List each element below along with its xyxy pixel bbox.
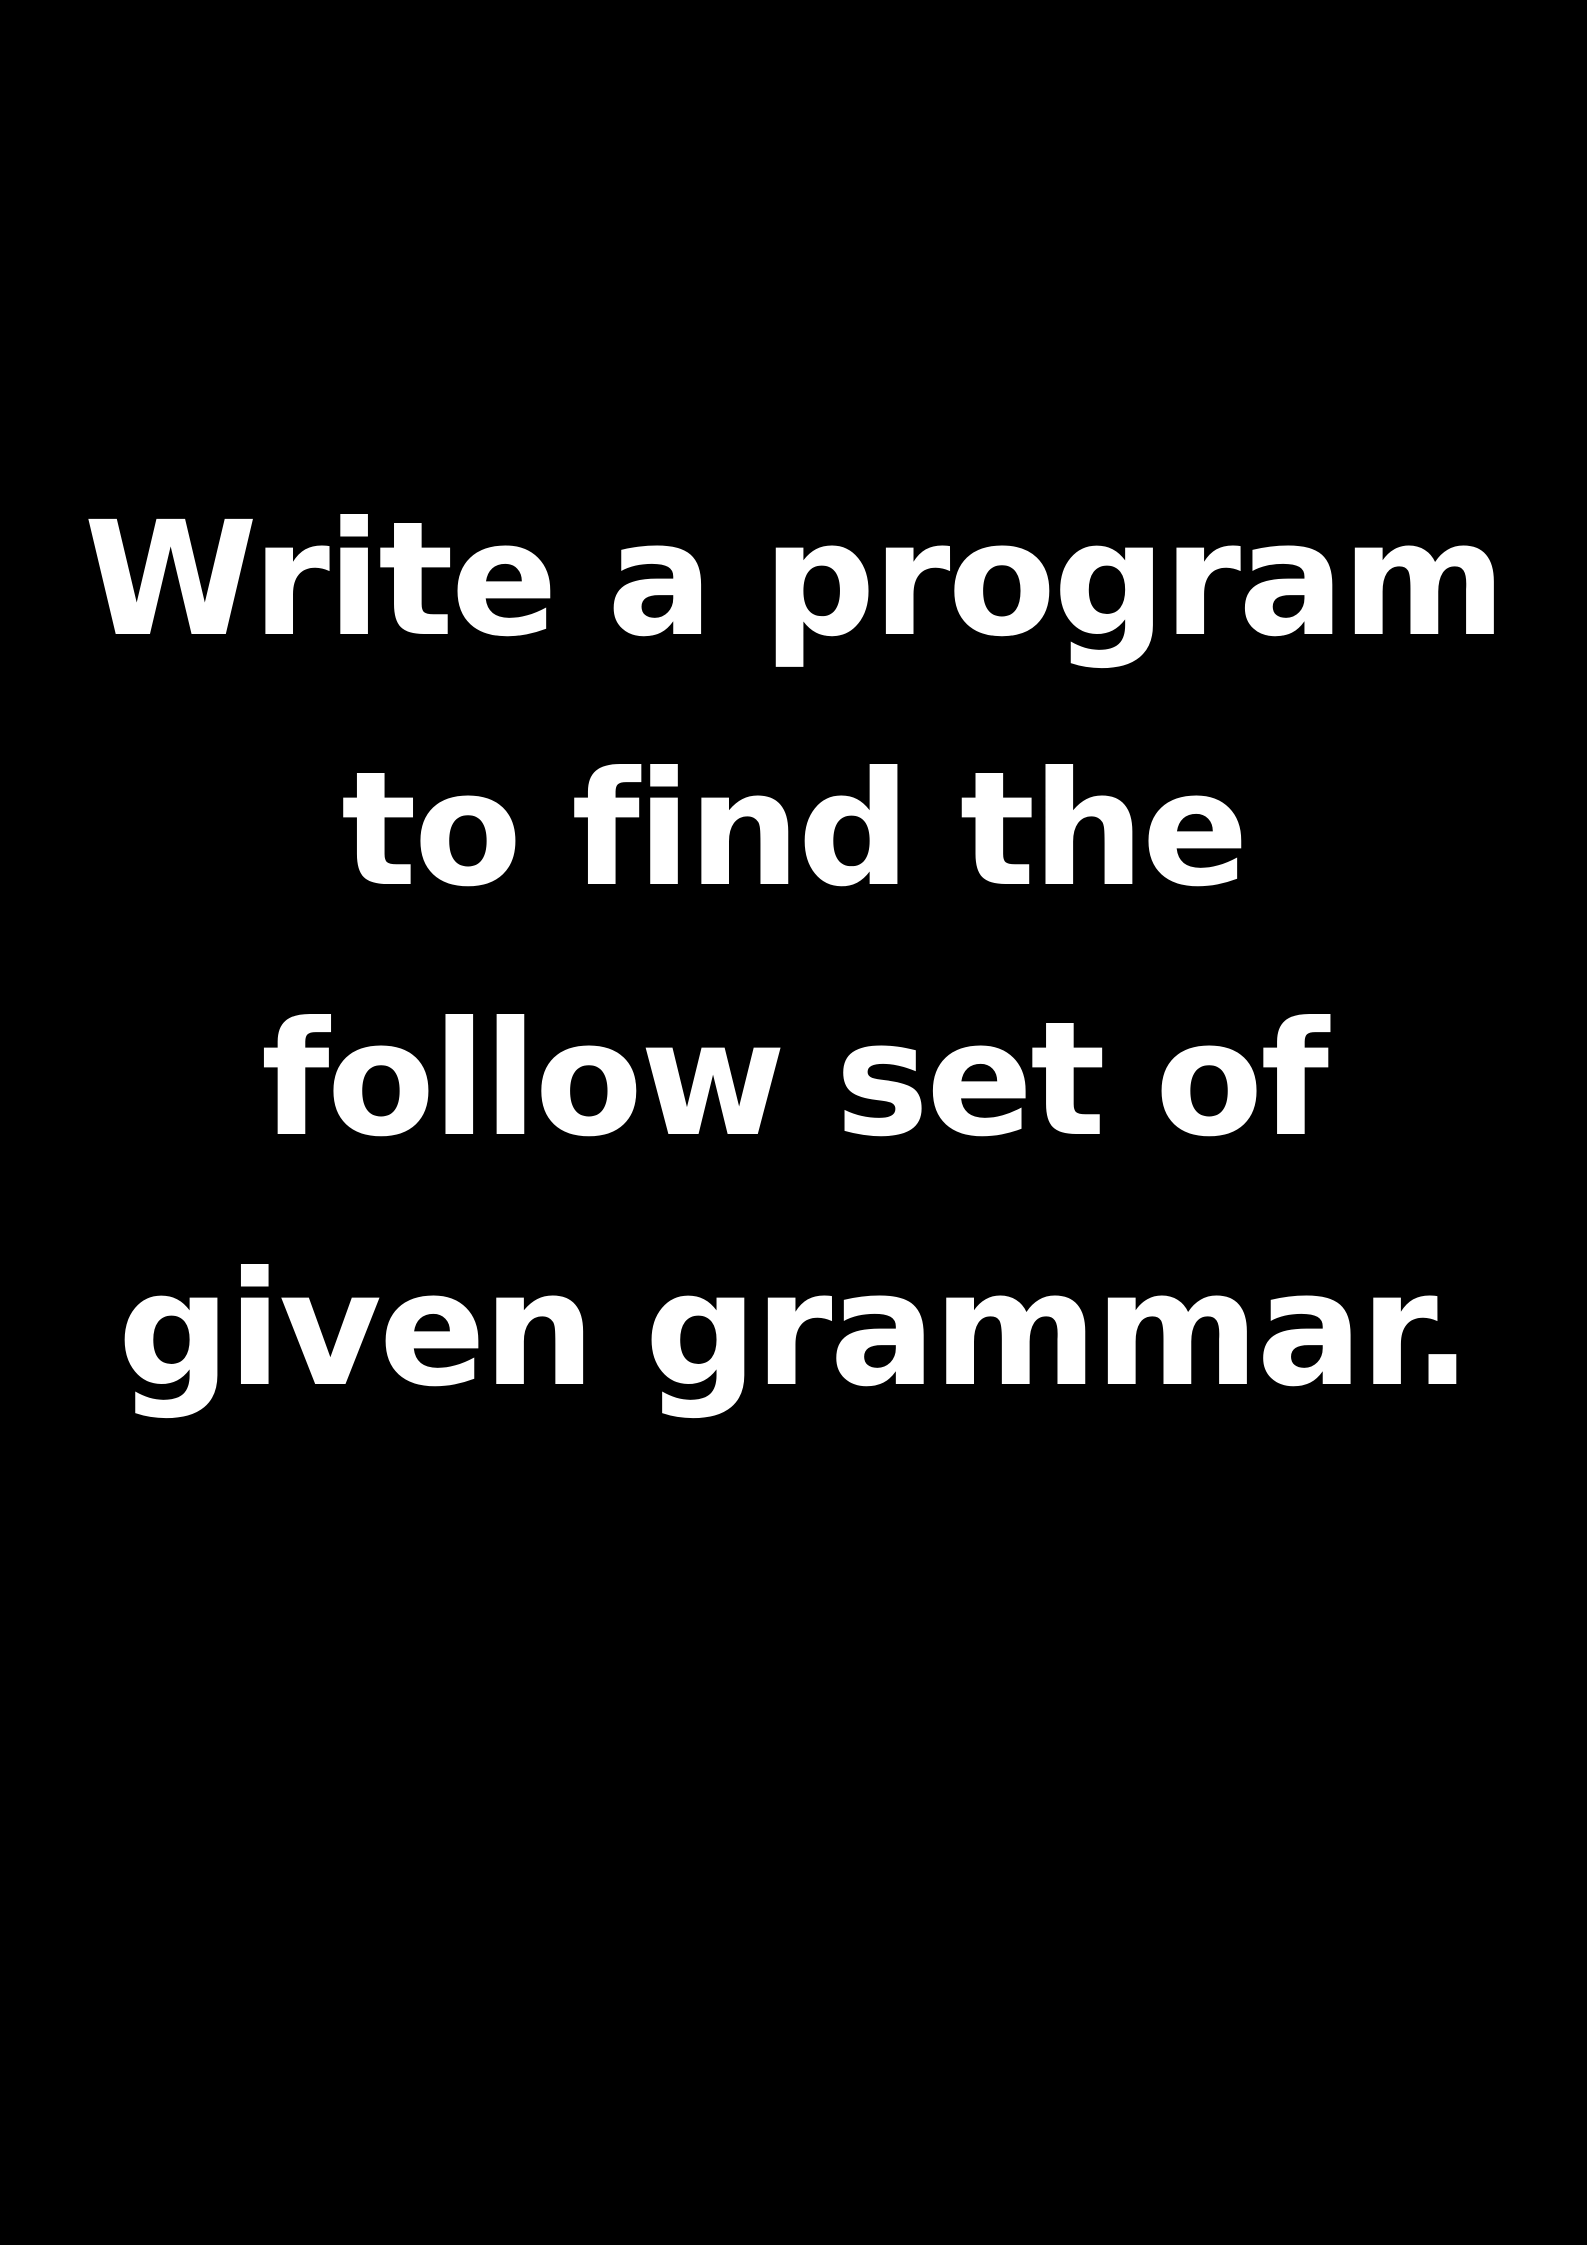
headline-line-2: to find the xyxy=(341,738,1249,922)
headline-line-4: given grammar. xyxy=(117,1238,1473,1422)
poster-headline: Write a program to find the follow set o… xyxy=(0,455,1587,1455)
headline-line-3: follow set of xyxy=(260,988,1329,1172)
poster-canvas: Write a program to find the follow set o… xyxy=(0,0,1587,2245)
headline-line-1: Write a program xyxy=(83,488,1507,672)
